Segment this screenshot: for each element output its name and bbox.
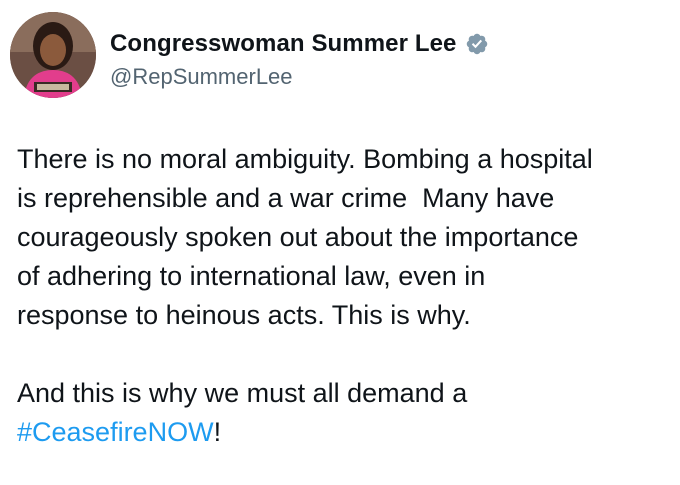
tweet-text: There is no moral ambiguity. Bombing a h…	[17, 140, 667, 452]
avatar[interactable]	[10, 12, 96, 98]
profile-photo-icon	[10, 12, 96, 98]
tweet-card: Congresswoman Summer Lee @RepSummerLee T…	[0, 0, 680, 485]
verified-badge-icon[interactable]	[465, 32, 489, 56]
tweet-paragraph-2-text: And this is why we must all demand a	[17, 378, 468, 408]
tweet-paragraph-2-end: !	[213, 417, 222, 447]
display-name[interactable]: Congresswoman Summer Lee	[110, 30, 457, 58]
tweet-paragraph-1: There is no moral ambiguity. Bombing a h…	[17, 144, 593, 330]
tweet-paragraph-2: And this is why we must all demand a #Ce…	[17, 374, 667, 452]
display-name-row: Congresswoman Summer Lee	[110, 30, 489, 58]
hashtag-link[interactable]: #CeasefireNOW	[17, 417, 214, 447]
author-names: Congresswoman Summer Lee @RepSummerLee	[110, 30, 489, 90]
tweet-header: Congresswoman Summer Lee @RepSummerLee	[10, 12, 670, 108]
handle[interactable]: @RepSummerLee	[110, 64, 489, 90]
